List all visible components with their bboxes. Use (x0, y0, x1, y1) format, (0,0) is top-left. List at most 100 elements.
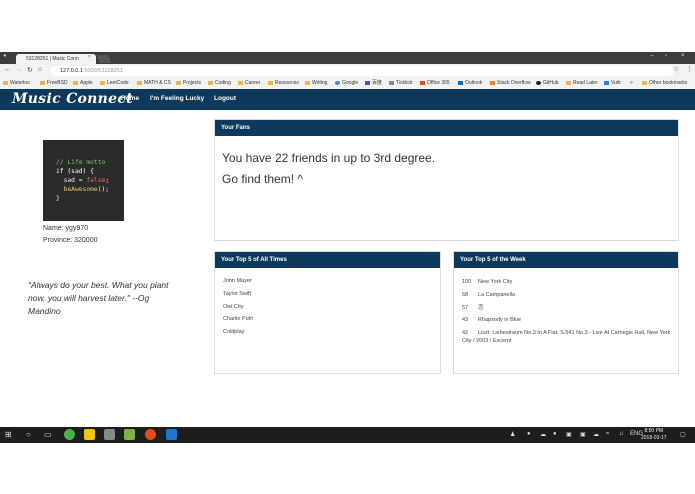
tab-title: 53128251 | Music Conn (26, 56, 79, 62)
task-view-icon[interactable]: ▭ (44, 430, 52, 439)
list-item: Coldplay (223, 329, 245, 335)
bookmark-item[interactable]: MATH & CS (137, 78, 171, 89)
nav-logout-link[interactable]: Logout (214, 95, 236, 102)
bookmark-item[interactable]: Google (335, 78, 358, 89)
outlook-icon (458, 80, 463, 85)
browser-tab-bar: ● 53128251 | Music Conn × – ▫ × (0, 52, 695, 64)
bookmark-item[interactable]: Stack Overflow (490, 78, 531, 89)
other-bookmarks[interactable]: Other bookmarks (642, 78, 687, 89)
app-navbar: Music Connect Home I'm Feeling Lucky Log… (0, 89, 695, 110)
system-clock[interactable]: 8:50 PM 2018-03-17 (641, 428, 667, 442)
bookmark-item[interactable]: Apple (73, 78, 93, 89)
fans-count-text: You have 22 friends in up to 3rd degree. (222, 151, 436, 165)
tab-close-icon[interactable]: × (88, 54, 91, 60)
back-icon[interactable]: ← (4, 66, 11, 73)
folder-icon (238, 80, 243, 85)
folder-icon (268, 80, 273, 85)
tray-icon[interactable]: ▣ (580, 431, 586, 438)
bookmark-item[interactable]: GitHub (536, 78, 559, 89)
list-item: 68 La Campanella (462, 292, 515, 298)
menu-icon[interactable]: ⋮ (686, 65, 693, 73)
bookmark-item[interactable]: Office 365 (420, 78, 450, 89)
vscode-icon[interactable] (166, 429, 177, 440)
top-week-panel: Your Top 5 of the Week 100 New York City … (453, 251, 679, 374)
app-icon[interactable] (104, 429, 115, 440)
folder-icon (137, 80, 142, 85)
app-icon[interactable] (145, 429, 156, 440)
list-item: 42 Liszt: Liebestraum No.3 In A Flat, S.5… (462, 330, 671, 344)
fans-panel: Your Fans You have 22 friends in up to 3… (214, 119, 679, 241)
bookmark-item[interactable]: Coding (208, 78, 231, 89)
bookmark-item[interactable]: Vultr (604, 78, 621, 89)
url-host: 127.0.0.1 (60, 68, 83, 74)
baidu-icon (365, 80, 370, 85)
folder-icon (208, 80, 213, 85)
stackoverflow-icon (490, 80, 495, 85)
bookmark-item[interactable]: Writing (305, 78, 327, 89)
minimize-button[interactable]: – (650, 53, 653, 59)
bookmark-item[interactable]: Read Later (566, 78, 598, 89)
tray-icon[interactable]: ● (553, 431, 557, 437)
reload-icon[interactable]: ↻ (27, 66, 33, 74)
folder-icon (3, 80, 8, 85)
list-item: Charlie Puth (223, 316, 254, 322)
folder-icon (566, 80, 571, 85)
bookmark-item[interactable]: Resources (268, 78, 299, 89)
bookmark-item[interactable]: LeetCode (100, 78, 129, 89)
os-taskbar: ⊞ ○ ▭ ♟ ● ☁ ● ▣ ▣ ☁ ≈ ♫ ENG 8:50 PM 2018… (0, 427, 695, 443)
account-icon[interactable]: ● (3, 53, 7, 59)
top-all-time-header: Your Top 5 of All Times (215, 252, 440, 268)
bookmarks-overflow-button[interactable]: » (630, 78, 633, 89)
office-icon (420, 80, 425, 85)
list-item: 100 New York City (462, 279, 513, 285)
tray-icon[interactable]: ▣ (566, 431, 572, 438)
people-icon[interactable]: ♟ (510, 431, 515, 438)
profile-name: Name: ygy970 (43, 225, 89, 232)
list-item: Taylor Swift (223, 291, 252, 297)
cloud-icon[interactable]: ☁ (540, 431, 546, 438)
list-item: John Mayer (223, 278, 252, 284)
volume-icon[interactable]: ♫ (619, 431, 624, 437)
folder-icon (40, 80, 45, 85)
folder-icon (305, 80, 310, 85)
motto-quote: "Always do your best. What you plant now… (28, 280, 169, 316)
url-path: :5000/53128251 (82, 68, 123, 74)
bookmark-item[interactable]: FreeBSD (40, 78, 68, 89)
google-icon (335, 80, 340, 85)
maximize-button[interactable]: ▫ (665, 53, 667, 59)
tray-icon[interactable]: ● (527, 431, 531, 437)
folder-icon (100, 80, 105, 85)
url-input[interactable]: 127.0.0.1:5000/53128251 (50, 66, 674, 76)
search-icon[interactable]: ○ (26, 430, 31, 439)
wifi-icon[interactable]: ≈ (606, 431, 609, 437)
bookmark-item[interactable]: Ticktick (389, 78, 412, 89)
profile-province: Province: 320000 (43, 237, 98, 244)
cloud-icon[interactable]: ☁ (593, 431, 599, 438)
star-icon[interactable]: ☆ (673, 65, 679, 73)
brand-logo[interactable]: Music Connect (12, 91, 133, 107)
close-window-button[interactable]: × (681, 53, 685, 59)
folder-icon (176, 80, 181, 85)
vultr-icon (604, 80, 609, 85)
fans-cta-text: Go find them! ^ (222, 172, 303, 186)
notifications-icon[interactable]: ▢ (680, 431, 686, 438)
nav-feeling-lucky-link[interactable]: I'm Feeling Lucky (150, 95, 204, 102)
forward-icon[interactable]: → (15, 66, 22, 73)
windows-start-icon[interactable]: ⊞ (5, 430, 12, 439)
bookmark-item[interactable]: Projects (176, 78, 201, 89)
chrome-icon[interactable] (64, 429, 75, 440)
home-icon[interactable]: ⌂ (38, 66, 42, 73)
app-icon[interactable] (124, 429, 135, 440)
new-tab-button[interactable] (96, 55, 112, 63)
bookmark-item[interactable]: Waterloo (3, 78, 30, 89)
fans-panel-header: Your Fans (215, 120, 678, 136)
address-bar-row: ← → ↻ ⌂ 127.0.0.1:5000/53128251 ☆ ⋮ (0, 64, 695, 78)
github-icon (536, 80, 541, 85)
browser-tab[interactable]: 53128251 | Music Conn (16, 54, 96, 64)
bookmark-item[interactable]: Career (238, 78, 260, 89)
bookmark-item[interactable]: Outlook (458, 78, 482, 89)
bookmark-item[interactable]: 百度 (365, 78, 382, 89)
nav-home-link[interactable]: Home (121, 95, 139, 102)
list-item: Owl City (223, 304, 244, 310)
file-explorer-icon[interactable] (84, 429, 95, 440)
